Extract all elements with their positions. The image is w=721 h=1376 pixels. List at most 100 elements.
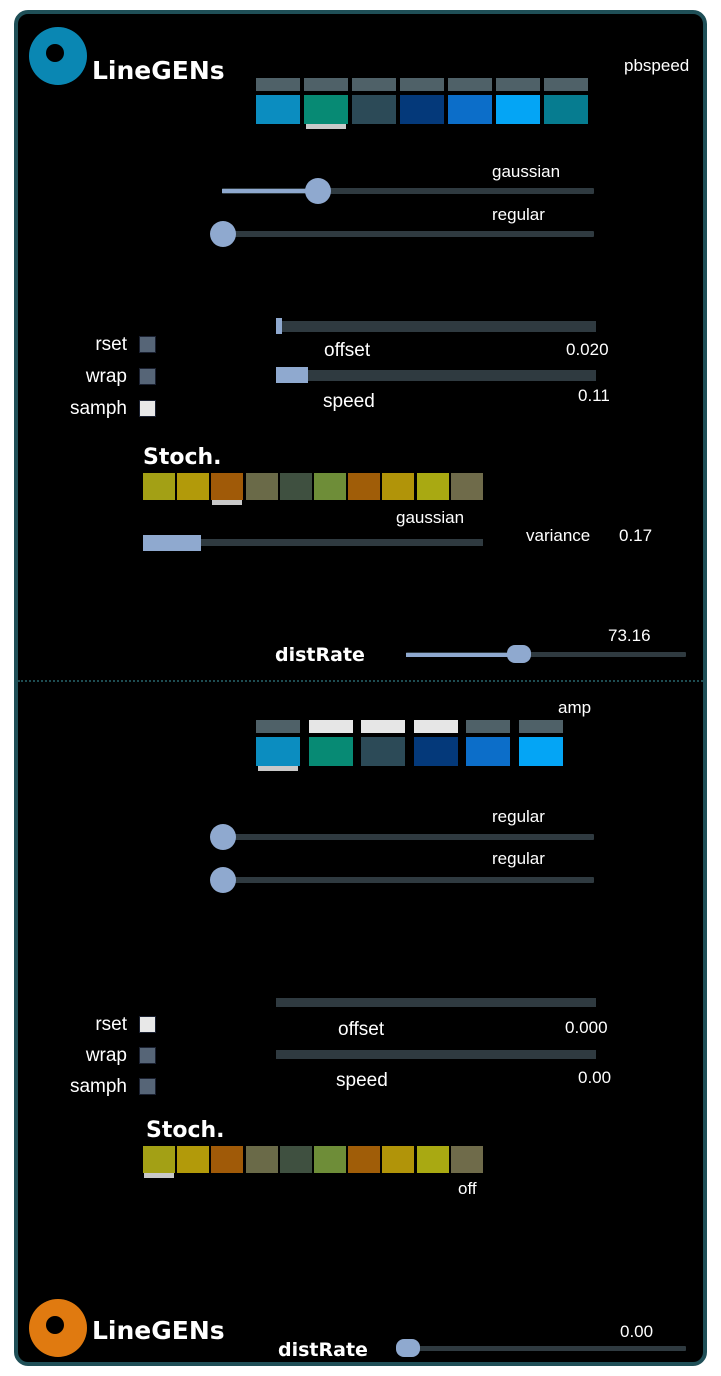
stoch2-swatch-4[interactable] [279, 1146, 312, 1173]
color2-tab-0[interactable] [256, 720, 300, 733]
color-swatch-5[interactable] [496, 95, 540, 124]
color-selected-indicator [306, 124, 346, 129]
distrate-slider-track-2[interactable] [406, 1346, 686, 1351]
color-swatch-1[interactable] [304, 95, 348, 124]
distrate-slider-knob[interactable] [507, 645, 531, 663]
stoch2-swatch-5[interactable] [314, 1146, 346, 1173]
stoch-swatch-5[interactable] [314, 473, 346, 500]
speed-label: speed [323, 391, 375, 412]
stoch-swatch-0[interactable] [143, 473, 175, 500]
color-swatch-3[interactable] [400, 95, 444, 124]
stoch2-swatch-7[interactable] [382, 1146, 415, 1173]
stoch2-swatch-9[interactable] [450, 1146, 483, 1173]
stoch-title-2: Stoch. [146, 1118, 225, 1143]
section-divider [18, 680, 703, 682]
distrate-value-2: 0.00 [620, 1322, 654, 1341]
stoch-swatch-4[interactable] [279, 473, 312, 500]
color-swatch-6[interactable] [544, 95, 588, 124]
wrap-label-2: wrap [85, 1045, 127, 1066]
distribution-1-slider-knob[interactable] [305, 178, 331, 204]
color-tab-2[interactable] [352, 78, 396, 91]
color2-tab-2[interactable] [361, 720, 405, 733]
distribution-3-slider-knob[interactable] [210, 824, 236, 850]
color-swatch-4[interactable] [448, 95, 492, 124]
distribution-4-slider-knob[interactable] [210, 867, 236, 893]
color-tab-5[interactable] [496, 78, 540, 91]
stoch-title: Stoch. [143, 445, 222, 470]
stoch-distribution-label-2: off [458, 1179, 477, 1198]
speed-label-2: speed [336, 1070, 388, 1091]
color2-swatch-2[interactable] [361, 737, 405, 766]
color2-tab-1[interactable] [308, 720, 353, 733]
stoch2-swatch-1[interactable] [177, 1146, 210, 1173]
linegens-logo-icon-2 [29, 1299, 87, 1357]
rset-checkbox[interactable] [139, 336, 156, 353]
distribution-4-slider-track[interactable] [222, 877, 594, 883]
offset-label-2: offset [338, 1019, 385, 1040]
color2-swatch-3[interactable] [413, 737, 458, 766]
color2-tab-5[interactable] [518, 720, 563, 733]
rset-label: rset [95, 334, 127, 355]
distrate-value: 73.16 [608, 626, 651, 645]
color-tab-0[interactable] [256, 78, 300, 91]
stoch-distribution-label: gaussian [396, 508, 465, 527]
stoch-swatch-7[interactable] [382, 473, 415, 500]
stoch-swatch-2[interactable] [211, 473, 244, 500]
offset-slider-2[interactable] [276, 998, 596, 1007]
color-tab-3[interactable] [400, 78, 444, 91]
distrate-label-2: distRate [278, 1339, 368, 1361]
stoch-selected-indicator [212, 500, 243, 505]
stoch-swatch-1[interactable] [177, 473, 210, 500]
offset-label: offset [324, 340, 371, 361]
color2-swatch-4[interactable] [466, 737, 510, 766]
speed-slider[interactable] [276, 370, 596, 381]
stoch2-swatch-8[interactable] [416, 1146, 449, 1173]
color2-swatch-1[interactable] [308, 737, 353, 766]
distrate-label: distRate [275, 644, 365, 666]
module-title: LineGENs [92, 56, 225, 85]
stoch-swatch-9[interactable] [450, 473, 483, 500]
color-swatch-2[interactable] [352, 95, 396, 124]
stoch2-swatch-6[interactable] [348, 1146, 381, 1173]
color2-tab-4[interactable] [466, 720, 510, 733]
stoch-swatch-3[interactable] [245, 473, 278, 500]
variance-label: variance [526, 526, 591, 545]
speed-slider-2[interactable] [276, 1050, 596, 1059]
color2-selected-indicator [258, 766, 298, 771]
samph-checkbox[interactable] [139, 400, 156, 417]
distribution-3-slider-track[interactable] [222, 834, 594, 840]
color-tab-4[interactable] [448, 78, 492, 91]
color-swatch-0[interactable] [256, 95, 300, 124]
distrate-slider-fill [406, 653, 518, 657]
stoch2-swatch-2[interactable] [211, 1146, 244, 1173]
stoch-swatch-6[interactable] [348, 473, 381, 500]
color2-swatch-5[interactable] [518, 737, 563, 766]
offset-value: 0.020 [566, 340, 609, 359]
offset-slider[interactable] [276, 321, 596, 332]
stoch2-swatch-0[interactable] [143, 1146, 175, 1173]
distribution-1-label: gaussian [492, 162, 561, 181]
wrap-checkbox-2[interactable] [139, 1047, 156, 1064]
distrate-slider-knob-2[interactable] [396, 1339, 420, 1357]
wrap-label: wrap [85, 366, 127, 387]
stoch2-selected-indicator [144, 1173, 174, 1178]
color-tab-1[interactable] [304, 78, 348, 91]
wrap-checkbox[interactable] [139, 368, 156, 385]
color2-tab-3[interactable] [413, 720, 458, 733]
color2-swatch-0[interactable] [256, 737, 300, 766]
speed-slider-fill [276, 367, 308, 383]
distribution-2-slider-knob[interactable] [210, 221, 236, 247]
stoch-swatch-8[interactable] [416, 473, 449, 500]
distribution-2-label: regular [492, 205, 545, 224]
rset-checkbox-2[interactable] [139, 1016, 156, 1033]
distribution-3-label: regular [492, 807, 545, 826]
distribution-4-label: regular [492, 849, 545, 868]
linegens-logo-icon [29, 27, 87, 85]
stoch2-swatch-3[interactable] [245, 1146, 278, 1173]
distribution-1-slider-fill [222, 189, 316, 193]
distribution-2-slider-track[interactable] [222, 231, 594, 237]
color-tab-6[interactable] [544, 78, 588, 91]
offset-slider-fill [276, 318, 282, 334]
samph-checkbox-2[interactable] [139, 1078, 156, 1095]
param-label: pbspeed [624, 56, 690, 75]
